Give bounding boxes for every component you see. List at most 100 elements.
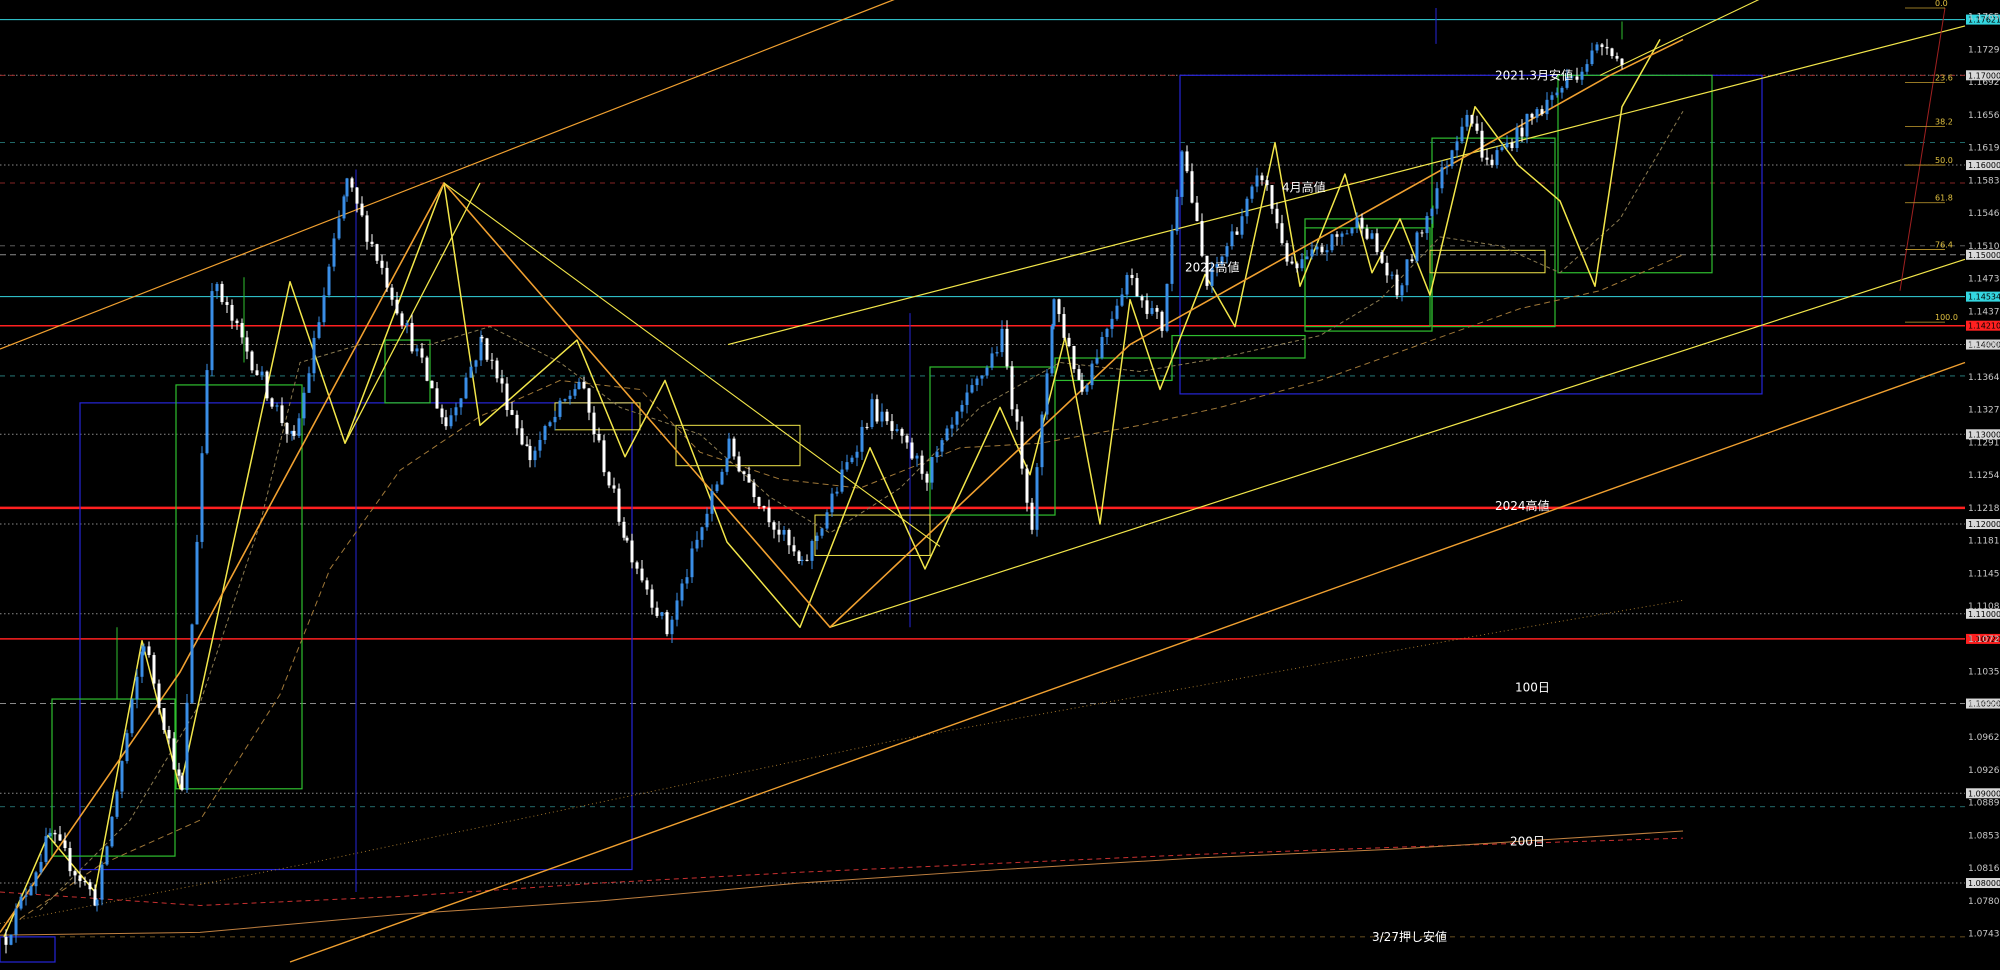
bullish-candle[interactable] — [190, 624, 194, 703]
bullish-candle[interactable] — [312, 337, 316, 374]
bullish-candle[interactable] — [1105, 328, 1109, 338]
bullish-candle[interactable] — [880, 411, 884, 422]
bullish-candle[interactable] — [125, 733, 129, 762]
bearish-candle[interactable] — [787, 529, 791, 546]
bearish-candle[interactable] — [1480, 130, 1484, 158]
bullish-candle[interactable] — [950, 424, 954, 429]
bearish-candle[interactable] — [1025, 468, 1029, 503]
bearish-candle[interactable] — [88, 882, 92, 890]
bullish-candle[interactable] — [1495, 150, 1499, 166]
bullish-candle[interactable] — [210, 291, 214, 371]
bearish-candle[interactable] — [1195, 202, 1199, 222]
bullish-candle[interactable] — [1000, 328, 1004, 353]
bullish-candle[interactable] — [1505, 142, 1509, 148]
bearish-candle[interactable] — [510, 409, 514, 415]
bearish-candle[interactable] — [607, 472, 611, 486]
bullish-candle[interactable] — [800, 559, 804, 562]
bearish-candle[interactable] — [525, 444, 529, 446]
bearish-candle[interactable] — [83, 881, 87, 883]
bullish-candle[interactable] — [970, 385, 974, 393]
bullish-candle[interactable] — [327, 266, 331, 296]
bearish-candle[interactable] — [900, 429, 904, 436]
bullish-candle[interactable] — [533, 450, 537, 461]
bullish-candle[interactable] — [342, 196, 346, 219]
bullish-candle[interactable] — [1052, 299, 1056, 327]
bearish-candle[interactable] — [772, 522, 776, 530]
bullish-candle[interactable] — [1305, 256, 1309, 260]
bearish-candle[interactable] — [410, 323, 414, 352]
bearish-candle[interactable] — [162, 708, 166, 730]
bullish-candle[interactable] — [1435, 188, 1439, 209]
bearish-candle[interactable] — [905, 435, 909, 443]
bullish-candle[interactable] — [34, 872, 38, 887]
bullish-candle[interactable] — [195, 541, 199, 625]
bullish-candle[interactable] — [1310, 249, 1314, 257]
bullish-candle[interactable] — [29, 886, 33, 896]
bullish-candle[interactable] — [1545, 99, 1549, 115]
bearish-candle[interactable] — [270, 398, 274, 407]
bearish-candle[interactable] — [762, 506, 766, 508]
bearish-candle[interactable] — [1020, 421, 1024, 469]
bearish-candle[interactable] — [1155, 308, 1159, 312]
bearish-candle[interactable] — [250, 351, 254, 371]
bullish-candle[interactable] — [1325, 250, 1329, 253]
bullish-candle[interactable] — [459, 398, 463, 408]
bearish-candle[interactable] — [597, 434, 601, 441]
bearish-candle[interactable] — [582, 381, 586, 389]
bullish-candle[interactable] — [1440, 167, 1444, 189]
bearish-candle[interactable] — [435, 388, 439, 409]
bullish-candle[interactable] — [1450, 150, 1454, 167]
bullish-candle[interactable] — [14, 908, 18, 935]
bullish-candle[interactable] — [845, 462, 849, 470]
bearish-candle[interactable] — [400, 313, 404, 326]
bearish-candle[interactable] — [370, 241, 374, 245]
bullish-candle[interactable] — [990, 353, 994, 368]
bearish-candle[interactable] — [1395, 274, 1399, 296]
bullish-candle[interactable] — [720, 471, 724, 485]
bearish-candle[interactable] — [1067, 337, 1071, 346]
bullish-candle[interactable] — [810, 541, 814, 561]
bullish-candle[interactable] — [710, 491, 714, 514]
bearish-candle[interactable] — [1410, 259, 1414, 262]
bullish-candle[interactable] — [454, 407, 458, 416]
bearish-candle[interactable] — [225, 302, 229, 305]
bullish-candle[interactable] — [48, 832, 52, 837]
bullish-candle[interactable] — [930, 457, 934, 483]
bullish-candle[interactable] — [815, 535, 819, 542]
bullish-candle[interactable] — [965, 392, 969, 405]
bullish-candle[interactable] — [1110, 318, 1114, 329]
bearish-candle[interactable] — [280, 405, 284, 424]
bearish-candle[interactable] — [1072, 345, 1076, 370]
bearish-candle[interactable] — [4, 936, 8, 945]
bearish-candle[interactable] — [865, 426, 869, 428]
bullish-candle[interactable] — [317, 322, 321, 338]
bearish-candle[interactable] — [515, 414, 519, 429]
bullish-candle[interactable] — [935, 451, 939, 458]
bullish-candle[interactable] — [1525, 113, 1529, 137]
bullish-candle[interactable] — [1560, 87, 1564, 93]
bullish-candle[interactable] — [782, 529, 786, 535]
bearish-candle[interactable] — [645, 580, 649, 590]
bearish-candle[interactable] — [1130, 274, 1134, 279]
bearish-candle[interactable] — [1265, 180, 1269, 186]
bullish-candle[interactable] — [1430, 208, 1434, 217]
bearish-candle[interactable] — [1030, 502, 1034, 530]
bullish-candle[interactable] — [215, 283, 219, 292]
bullish-candle[interactable] — [39, 861, 43, 873]
bearish-candle[interactable] — [485, 338, 489, 360]
price-chart[interactable]: 1.170001.160001.150001.140001.130001.120… — [0, 0, 2000, 970]
bearish-candle[interactable] — [167, 729, 171, 739]
bearish-candle[interactable] — [360, 203, 364, 216]
bullish-candle[interactable] — [995, 352, 999, 354]
bullish-candle[interactable] — [1040, 414, 1044, 468]
bullish-candle[interactable] — [1170, 231, 1174, 284]
bullish-candle[interactable] — [1425, 216, 1429, 234]
bearish-candle[interactable] — [1145, 300, 1149, 314]
bearish-candle[interactable] — [1510, 142, 1514, 149]
bullish-candle[interactable] — [553, 416, 557, 423]
bullish-candle[interactable] — [9, 934, 13, 945]
bullish-candle[interactable] — [1165, 283, 1169, 331]
bullish-candle[interactable] — [543, 426, 547, 440]
bearish-candle[interactable] — [1335, 234, 1339, 237]
bullish-candle[interactable] — [135, 676, 139, 700]
